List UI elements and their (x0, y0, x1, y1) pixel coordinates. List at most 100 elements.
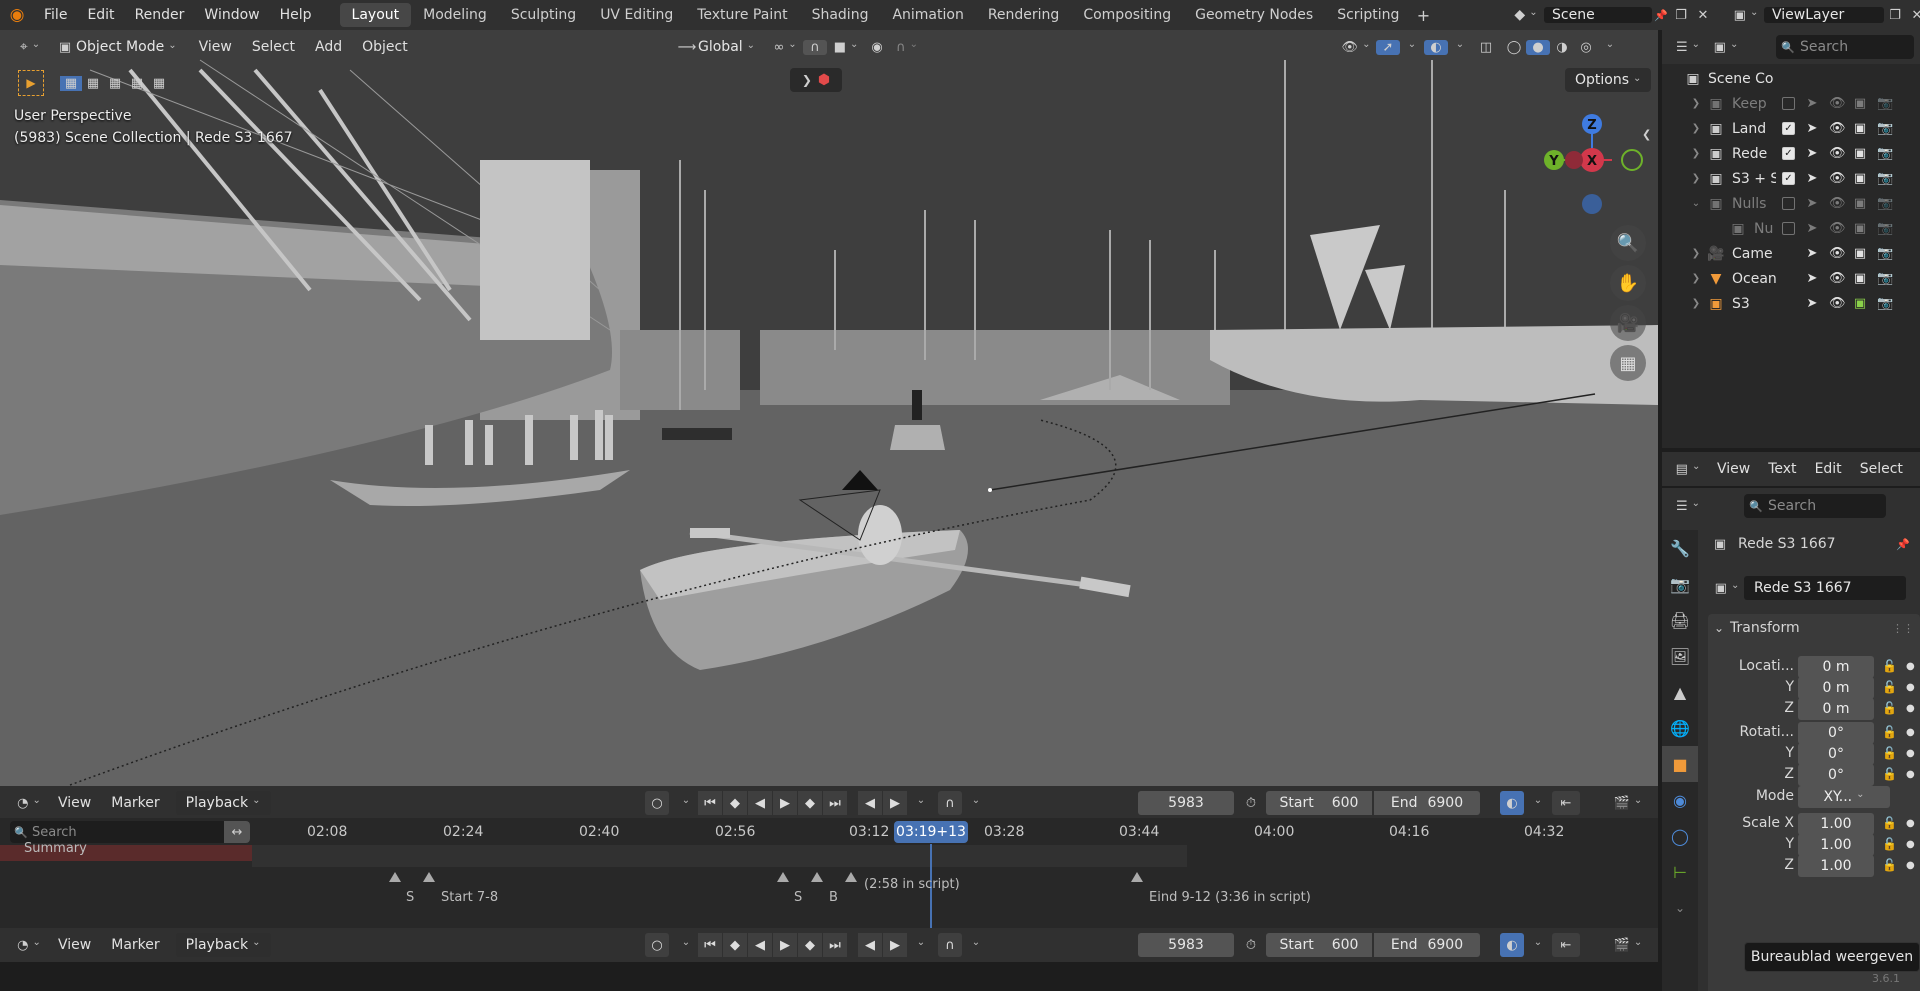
select-intersect-icon[interactable]: ▦ (148, 76, 170, 91)
lock-icon[interactable]: 🔓 (1882, 746, 1897, 760)
text-menu-view[interactable]: View (1708, 461, 1759, 477)
select-arrow-icon[interactable]: ➤ (1805, 271, 1819, 286)
marker-triangle[interactable] (811, 872, 823, 882)
timeline-overlay-dropdown-icon[interactable] (1526, 933, 1546, 957)
render-camera-icon[interactable]: 📷 (1877, 271, 1893, 286)
snap-timeline-icon[interactable]: ∩ (938, 791, 962, 815)
eye-icon[interactable]: 👁 (1829, 121, 1846, 136)
keyframe-dot-icon[interactable]: ● (1906, 727, 1915, 738)
timeline-menu-view[interactable]: View (48, 937, 101, 953)
jump-start-icon[interactable]: ⏮ (698, 791, 722, 815)
transform-value-field[interactable]: 0° (1798, 722, 1874, 744)
zoom-icon[interactable]: 🔍 (1610, 225, 1646, 261)
render-camera-icon[interactable]: 📷 (1877, 171, 1893, 186)
select-arrow-icon[interactable]: ➤ (1805, 196, 1819, 211)
menu-render[interactable]: Render (125, 0, 195, 30)
keyframe-dot-icon[interactable]: ● (1906, 748, 1915, 759)
menu-window[interactable]: Window (194, 0, 269, 30)
jump-start-icon[interactable]: ⏮ (698, 933, 722, 957)
transform-panel-header[interactable]: ⌄ Transform ⋮⋮ (1708, 614, 1920, 642)
timeline-body[interactable]: 🔍 Search ↔ Summary 02:08 02:24 02:40 02:… (0, 818, 1658, 928)
eye-icon[interactable]: 👁 (1829, 246, 1846, 261)
timeline-search-input[interactable]: Search (32, 825, 77, 840)
properties-search-input[interactable]: Search (1768, 498, 1816, 514)
stopwatch-icon[interactable]: ⏱ (1240, 933, 1262, 957)
render-camera-icon[interactable]: 📷 (1877, 146, 1893, 161)
eye-icon[interactable]: 👁 (1829, 96, 1846, 111)
tab-texture-paint[interactable]: Texture Paint (685, 3, 799, 27)
select-arrow-icon[interactable]: ➤ (1805, 121, 1819, 136)
next-keyframe-icon[interactable]: ◆ (798, 933, 822, 957)
exclude-checkbox[interactable]: ✓ (1782, 122, 1795, 135)
frame-dropdown-icon[interactable] (908, 798, 930, 809)
transform-orientation-dropdown[interactable]: Global (698, 39, 755, 55)
play-icon[interactable]: ▶ (773, 933, 797, 957)
object-tab-icon[interactable]: ■ (1662, 746, 1698, 782)
keyframe-dot-icon[interactable]: ● (1906, 860, 1915, 871)
exclude-checkbox[interactable] (1782, 222, 1795, 235)
outliner-row[interactable]: ❯ ▼ Ocean ➤ 👁 ▣ 📷 (1662, 266, 1920, 291)
outliner-row[interactable]: ❯ ▣ Land ✓ ➤ 👁 ▣ 📷 (1662, 116, 1920, 141)
monitor-icon[interactable]: ▣ (1853, 171, 1867, 186)
gizmo-toggle[interactable]: ❯ ⬢ (790, 68, 842, 92)
ortho-grid-icon[interactable]: ▦ (1610, 345, 1646, 381)
outliner-search-input[interactable]: Search (1800, 39, 1848, 55)
transform-value-field[interactable]: 1.00 (1798, 834, 1874, 856)
transform-value-field[interactable]: 0 m (1798, 656, 1874, 678)
timeline-menu-marker[interactable]: Marker (101, 795, 169, 811)
expand-chevron-icon[interactable]: ❯ (1690, 273, 1702, 284)
keyframe-dot-icon[interactable]: ● (1906, 769, 1915, 780)
keying-dropdown-icon[interactable] (670, 798, 698, 809)
exclude-checkbox[interactable] (1782, 97, 1795, 110)
3d-viewport[interactable]: ⌖ ▣ Object Mode View Select Add Object ⟶… (0, 30, 1658, 786)
physics-tab-icon[interactable]: ◯ (1662, 818, 1698, 854)
start-frame-field[interactable]: Start 600 (1266, 933, 1372, 957)
exclude-checkbox[interactable] (1782, 197, 1795, 210)
gizmo-dropdown-icon[interactable] (1400, 42, 1420, 53)
transform-value-field[interactable]: 0° (1798, 743, 1874, 765)
material-shading-icon[interactable]: ◑ (1550, 40, 1574, 55)
outliner-row[interactable]: ⌄ ▣ Nulls ➤ 👁 ▣ 📷 (1662, 191, 1920, 216)
timeline-overlay-icon[interactable]: ◐ (1500, 791, 1524, 815)
select-extend-icon[interactable]: ▦ (82, 76, 104, 91)
timeline-editor-menu-icon[interactable]: 🎬 (1610, 933, 1646, 957)
delete-scene-icon[interactable]: ✕ (1692, 8, 1714, 23)
tab-sculpting[interactable]: Sculpting (499, 3, 588, 27)
preview-range-icon[interactable]: ⇤ (1552, 933, 1580, 957)
timeline-menu-marker[interactable]: Marker (101, 937, 169, 953)
visibility-icon[interactable]: 👁 (1336, 40, 1376, 55)
menu-help[interactable]: Help (270, 0, 322, 30)
tab-rendering[interactable]: Rendering (976, 3, 1072, 27)
delete-view-layer-icon[interactable]: ✕ (1906, 8, 1920, 23)
lock-icon[interactable]: 🔓 (1882, 659, 1897, 673)
view-layer-icon[interactable]: ▣ (1728, 8, 1764, 23)
tab-geometry-nodes[interactable]: Geometry Nodes (1183, 3, 1325, 27)
timeline-editor-icon[interactable]: ◔ (10, 796, 48, 811)
scene-name-field[interactable]: Scene (1544, 7, 1652, 23)
play-reverse-icon[interactable]: ◀ (748, 933, 772, 957)
expand-chevron-icon[interactable]: ❯ (1690, 298, 1702, 309)
viewport-menu-select[interactable]: Select (242, 39, 305, 55)
new-scene-icon[interactable]: ❐ (1670, 8, 1692, 23)
monitor-icon[interactable]: ▣ (1853, 296, 1867, 311)
timeline-menu-view[interactable]: View (48, 795, 101, 811)
text-menu-edit[interactable]: Edit (1806, 461, 1851, 477)
sidebar-toggle-icon[interactable]: ❮ (1642, 128, 1651, 141)
auto-key-icon[interactable]: ○ (645, 791, 669, 815)
monitor-icon[interactable]: ▣ (1853, 121, 1867, 136)
new-view-layer-icon[interactable]: ❐ (1884, 8, 1906, 23)
start-frame-field[interactable]: Start 600 (1266, 791, 1372, 815)
timeline-search[interactable]: 🔍 Search ↔ (10, 821, 250, 843)
transform-value-field[interactable]: 1.00 (1798, 855, 1874, 877)
next-keyframe-icon[interactable]: ◆ (798, 791, 822, 815)
lock-icon[interactable]: 🔓 (1882, 701, 1897, 715)
marker-triangle[interactable] (423, 872, 435, 882)
exclude-checkbox[interactable]: ✓ (1782, 147, 1795, 160)
next-frame-icon[interactable]: ▶ (883, 791, 907, 815)
keyframe-dot-icon[interactable]: ● (1906, 818, 1915, 829)
view-layer-name-field[interactable]: ViewLayer (1764, 7, 1884, 23)
output-tab-icon[interactable]: 🖨 (1662, 602, 1698, 638)
select-arrow-icon[interactable]: ➤ (1805, 146, 1819, 161)
blender-logo-icon[interactable]: ◉ (0, 5, 34, 25)
scene-tab-icon[interactable]: ▲ (1662, 674, 1698, 710)
